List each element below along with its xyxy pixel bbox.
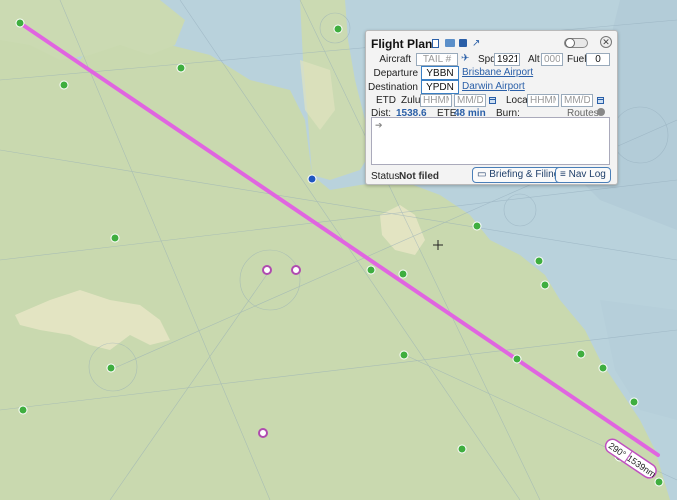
briefing-filing-label: Briefing & Filing: [489, 169, 560, 180]
green-airport-icon[interactable]: [59, 80, 69, 90]
calendar-icon[interactable]: [489, 97, 496, 104]
purple-airport-icon[interactable]: [258, 428, 268, 438]
save-icon[interactable]: [459, 39, 467, 47]
green-airport-icon[interactable]: [398, 269, 408, 279]
open-folder-icon[interactable]: [445, 39, 455, 47]
departure-airport-link[interactable]: Brisbane Airport: [462, 67, 533, 78]
aircraft-input[interactable]: [416, 53, 458, 66]
alt-label: Alt: [528, 54, 540, 65]
panel-toggle[interactable]: [564, 38, 588, 48]
aircraft-label: Aircraft: [379, 54, 411, 65]
nav-log-button[interactable]: ≡ Nav Log: [555, 167, 611, 183]
purple-airport-icon[interactable]: [291, 265, 301, 275]
green-airport-icon[interactable]: [176, 63, 186, 73]
green-airport-icon[interactable]: [457, 444, 467, 454]
green-airport-icon[interactable]: [106, 363, 116, 373]
green-airport-icon[interactable]: [15, 18, 25, 28]
speed-input[interactable]: [494, 53, 520, 66]
zulu-label: Zulu: [401, 95, 421, 106]
toggle-knob: [565, 38, 575, 48]
green-airport-icon[interactable]: [629, 397, 639, 407]
blue-airport-icon[interactable]: [307, 174, 317, 184]
flight-plan-panel: Flight Plan ↗ ✕ Aircraft ✈ Spd Alt Fuel …: [365, 30, 618, 185]
status-label: Status:: [371, 171, 403, 182]
briefcase-icon: ▭: [477, 169, 487, 180]
green-airport-icon[interactable]: [534, 256, 544, 266]
share-icon[interactable]: ↗: [472, 38, 480, 49]
list-icon: ≡: [560, 169, 566, 180]
destination-label: Destination: [367, 82, 418, 93]
route-input-area[interactable]: ➔: [371, 117, 610, 165]
airplane-icon[interactable]: ✈: [461, 53, 469, 64]
local-time-input[interactable]: [527, 94, 559, 107]
destination-airport-link[interactable]: Darwin Airport: [462, 81, 525, 92]
local-date-input[interactable]: [561, 94, 593, 107]
departure-label: Departure: [373, 68, 418, 79]
nav-log-label: Nav Log: [568, 169, 606, 180]
green-airport-icon[interactable]: [110, 233, 120, 243]
green-airport-icon[interactable]: [598, 363, 608, 373]
status-value: Not filed: [399, 171, 439, 182]
destination-input[interactable]: [421, 80, 459, 94]
zulu-date-input[interactable]: [454, 94, 486, 107]
departure-input[interactable]: [421, 66, 459, 80]
green-airport-icon[interactable]: [512, 354, 522, 364]
fuel-label: Fuel: [567, 54, 587, 65]
routes-gear-icon[interactable]: [597, 108, 605, 116]
etd-label: ETD: [376, 95, 396, 106]
green-airport-icon[interactable]: [333, 24, 343, 34]
green-airport-icon[interactable]: [472, 221, 482, 231]
fuel-input[interactable]: [586, 53, 610, 66]
route-arrow-icon: ➔: [375, 120, 383, 130]
green-airport-icon[interactable]: [399, 350, 409, 360]
green-airport-icon[interactable]: [654, 477, 664, 487]
calendar-icon[interactable]: [597, 97, 604, 104]
green-airport-icon[interactable]: [18, 405, 28, 415]
zulu-time-input[interactable]: [420, 94, 452, 107]
altitude-input[interactable]: [541, 53, 563, 66]
green-airport-icon[interactable]: [366, 265, 376, 275]
purple-airport-icon[interactable]: [262, 265, 272, 275]
new-file-icon[interactable]: [432, 39, 439, 48]
briefing-filing-button[interactable]: ▭ Briefing & Filing: [472, 167, 565, 183]
green-airport-icon[interactable]: [576, 349, 586, 359]
panel-title: Flight Plan: [371, 37, 433, 51]
green-airport-icon[interactable]: [540, 280, 550, 290]
close-button[interactable]: ✕: [600, 36, 612, 48]
